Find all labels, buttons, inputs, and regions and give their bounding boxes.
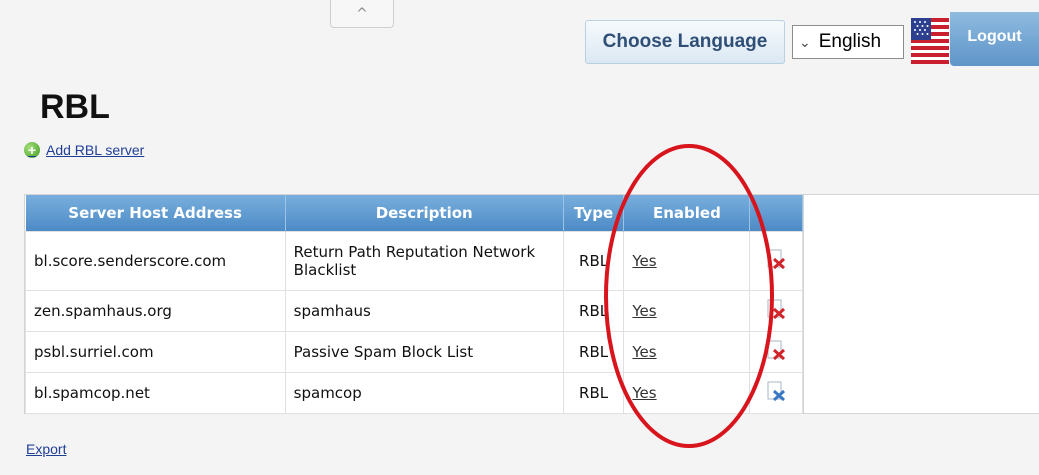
enabled-toggle-link[interactable]: Yes bbox=[632, 302, 656, 320]
column-header-enabled[interactable]: Enabled bbox=[623, 195, 751, 232]
server-host-cell: zen.spamhaus.org bbox=[25, 290, 286, 332]
description-cell: Return Path Reputation Network Blacklist bbox=[284, 231, 564, 291]
delete-cell bbox=[749, 290, 803, 332]
column-header-description[interactable]: Description bbox=[285, 195, 564, 232]
enabled-cell: Yes bbox=[623, 372, 751, 414]
rbl-table: Server Host Address Description Type Ena… bbox=[25, 195, 803, 414]
table-row: zen.spamhaus.org spamhaus RBL Yes bbox=[25, 290, 803, 332]
delete-icon[interactable] bbox=[765, 339, 787, 361]
table-row: bl.score.senderscore.com Return Path Rep… bbox=[25, 231, 803, 291]
export-link[interactable]: Export bbox=[26, 441, 66, 457]
page-title: RBL bbox=[40, 88, 110, 126]
description-cell: spamhaus bbox=[284, 290, 564, 332]
us-flag-icon[interactable] bbox=[911, 18, 949, 64]
delete-icon[interactable] bbox=[765, 298, 787, 320]
language-select-value: English bbox=[818, 31, 882, 52]
language-select[interactable]: ⌄ English bbox=[792, 25, 904, 59]
type-cell: RBL bbox=[562, 231, 625, 291]
table-row: psbl.surriel.com Passive Spam Block List… bbox=[25, 331, 803, 373]
type-cell: RBL bbox=[562, 290, 625, 332]
plus-icon: + bbox=[24, 142, 40, 158]
type-cell: RBL bbox=[562, 331, 625, 373]
delete-cell bbox=[749, 372, 803, 414]
chevron-up-icon: ^ bbox=[356, 5, 368, 22]
collapse-toggle[interactable]: ^ bbox=[330, 0, 394, 28]
enabled-cell: Yes bbox=[623, 290, 751, 332]
table-filler bbox=[803, 194, 1039, 414]
logout-button[interactable]: Logout bbox=[950, 12, 1039, 66]
delete-icon[interactable] bbox=[765, 248, 787, 270]
description-cell: spamcop bbox=[284, 372, 564, 414]
enabled-cell: Yes bbox=[623, 331, 751, 373]
add-rbl-server-link[interactable]: + Add RBL server bbox=[24, 142, 144, 158]
delete-icon[interactable] bbox=[765, 380, 787, 402]
rbl-table-container: Server Host Address Description Type Ena… bbox=[24, 194, 804, 414]
server-host-cell: bl.spamcop.net bbox=[25, 372, 286, 414]
delete-cell bbox=[749, 331, 803, 373]
server-host-cell: bl.score.senderscore.com bbox=[25, 231, 286, 291]
column-header-actions bbox=[749, 195, 803, 232]
add-rbl-server-label: Add RBL server bbox=[46, 142, 145, 158]
enabled-toggle-link[interactable]: Yes bbox=[632, 252, 656, 270]
chevron-down-icon: ⌄ bbox=[799, 33, 811, 50]
column-header-type[interactable]: Type bbox=[563, 195, 625, 232]
enabled-toggle-link[interactable]: Yes bbox=[632, 384, 656, 402]
enabled-cell: Yes bbox=[623, 231, 751, 291]
server-host-cell: psbl.surriel.com bbox=[25, 331, 286, 373]
delete-cell bbox=[749, 231, 803, 291]
type-cell: RBL bbox=[562, 372, 625, 414]
table-row: bl.spamcop.net spamcop RBL Yes bbox=[25, 372, 803, 414]
description-cell: Passive Spam Block List bbox=[284, 331, 564, 373]
column-header-server-host[interactable]: Server Host Address bbox=[25, 195, 286, 232]
table-header-row: Server Host Address Description Type Ena… bbox=[25, 195, 803, 232]
enabled-toggle-link[interactable]: Yes bbox=[632, 343, 656, 361]
choose-language-button[interactable]: Choose Language bbox=[585, 20, 785, 64]
